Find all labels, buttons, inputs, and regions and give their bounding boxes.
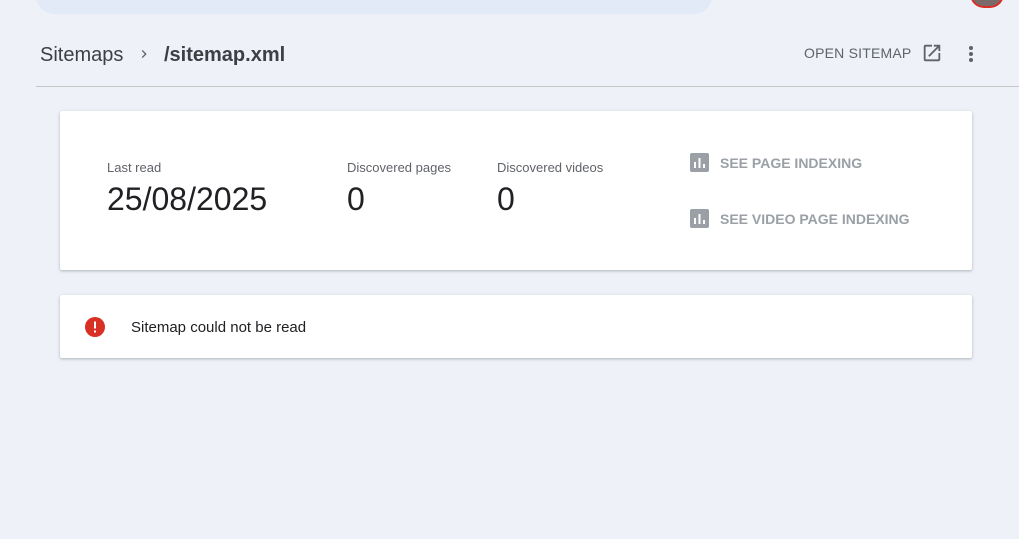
chevron-right-icon xyxy=(141,50,147,58)
discovered-videos-value: 0 xyxy=(497,181,515,217)
discovered-videos-stat: Discovered videos 0 xyxy=(497,160,603,218)
error-icon xyxy=(85,317,105,337)
see-page-indexing-link[interactable]: SEE PAGE INDEXING xyxy=(690,153,862,172)
open-sitemap-button[interactable]: OPEN SITEMAP xyxy=(804,42,943,64)
last-read-value: 25/08/2025 xyxy=(107,181,268,217)
sitemap-error-card: Sitemap could not be read xyxy=(60,295,972,358)
page-header: Sitemaps /sitemap.xml OPEN SITEMAP xyxy=(36,34,1019,87)
sitemap-stats-card: Last read 25/08/2025 Discovered pages 0 … xyxy=(60,111,972,270)
bar-chart-icon xyxy=(690,209,709,228)
see-video-page-indexing-label: SEE VIDEO PAGE INDEXING xyxy=(720,210,910,227)
open-in-new-icon xyxy=(924,44,941,62)
last-read-label: Last read xyxy=(107,160,162,175)
avatar[interactable] xyxy=(970,0,1004,8)
last-read-stat: Last read 25/08/2025 xyxy=(107,160,267,218)
discovered-pages-stat: Discovered pages 0 xyxy=(347,160,451,218)
discovered-pages-value: 0 xyxy=(347,181,365,217)
discovered-pages-label: Discovered pages xyxy=(347,160,452,175)
more-vert-icon[interactable] xyxy=(962,43,980,65)
open-sitemap-label: OPEN SITEMAP xyxy=(804,45,912,61)
breadcrumb-current: /sitemap.xml xyxy=(164,44,286,66)
error-message: Sitemap could not be read xyxy=(131,319,307,336)
search-bar[interactable] xyxy=(36,0,712,14)
bar-chart-icon xyxy=(690,153,709,172)
see-video-page-indexing-link[interactable]: SEE VIDEO PAGE INDEXING xyxy=(690,209,910,228)
see-page-indexing-label: SEE PAGE INDEXING xyxy=(720,154,863,171)
breadcrumb-sitemaps[interactable]: Sitemaps xyxy=(40,44,123,67)
discovered-videos-label: Discovered videos xyxy=(497,160,604,175)
